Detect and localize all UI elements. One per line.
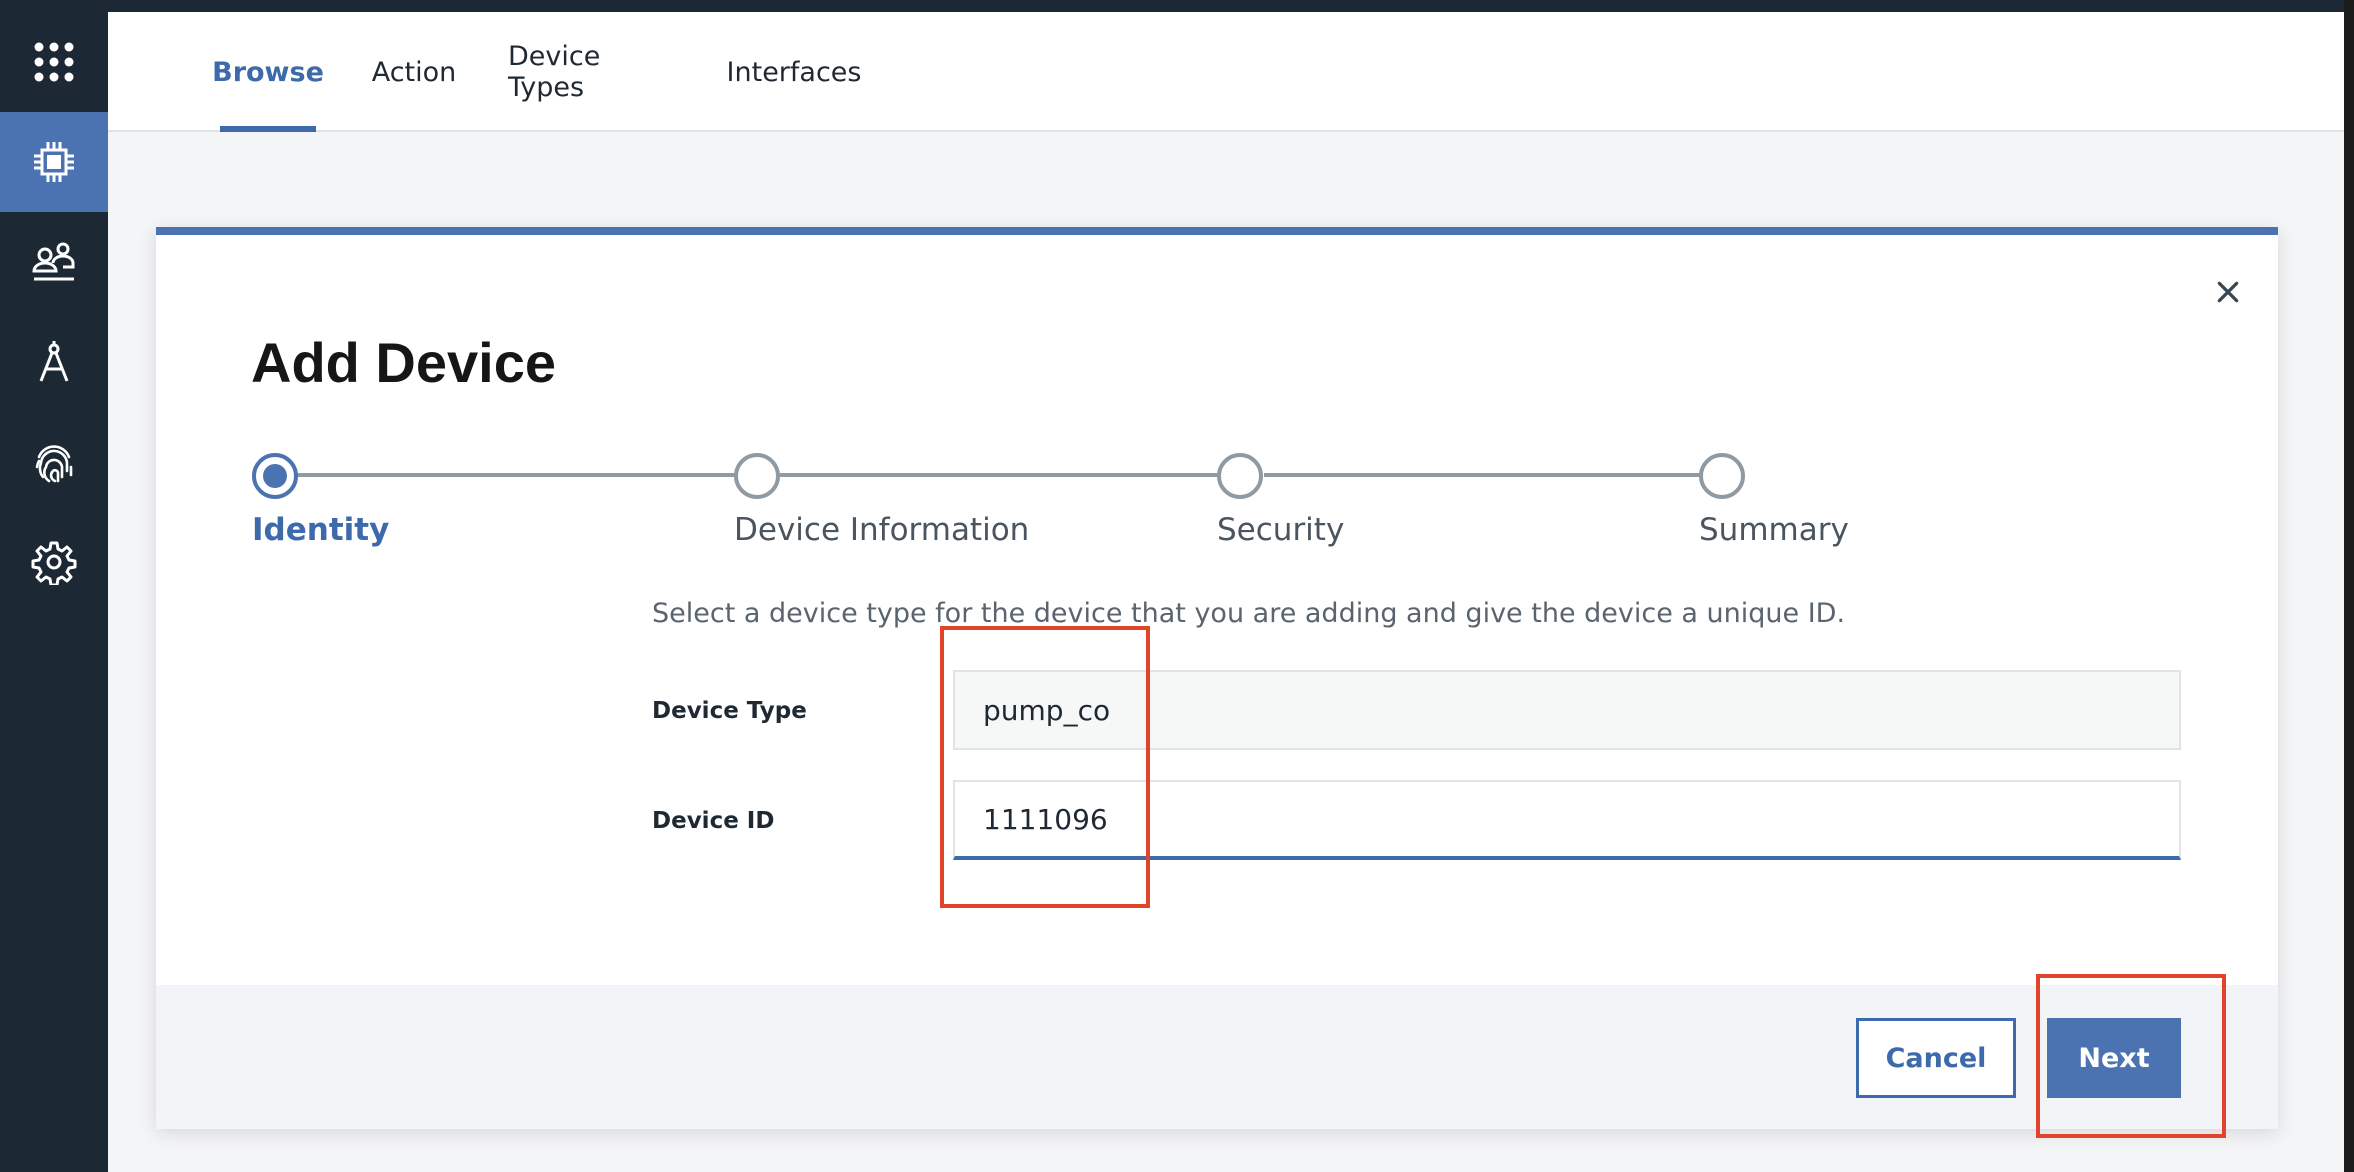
chip-icon[interactable] — [0, 112, 108, 212]
tab-device-types-label: Device Types — [508, 41, 601, 103]
device-type-field[interactable]: pump_co — [953, 670, 2181, 750]
tab-browse-label: Browse — [212, 56, 324, 88]
step-identity-indicator — [252, 453, 298, 499]
cancel-button[interactable]: Cancel — [1856, 1018, 2016, 1098]
members-icon[interactable] — [0, 212, 108, 312]
device-id-label: Device ID — [652, 808, 775, 834]
app-grid-icon[interactable] — [0, 12, 108, 112]
step-connector — [780, 473, 1220, 477]
step-description: Select a device type for the device that… — [652, 598, 1846, 629]
device-id-value: 1111096 — [983, 802, 1108, 836]
top-navigation: Browse Action Device Types Interfaces — [108, 12, 2344, 132]
next-button[interactable]: Next — [2047, 1018, 2181, 1098]
step-connector — [1264, 473, 1704, 477]
gear-icon[interactable] — [0, 512, 108, 612]
tab-interfaces[interactable]: Interfaces — [726, 12, 862, 132]
fingerprint-icon[interactable] — [0, 412, 108, 512]
dialog-title: Add Device — [251, 331, 556, 394]
device-id-field[interactable]: 1111096 — [953, 780, 2181, 860]
step-connector — [296, 473, 736, 477]
step-device-information-indicator — [734, 453, 780, 499]
top-bar — [0, 0, 2354, 12]
step-device-information-label: Device Information — [734, 512, 1030, 548]
window-edge — [2344, 0, 2354, 1172]
step-identity-label: Identity — [252, 512, 390, 548]
compass-icon[interactable] — [0, 312, 108, 412]
close-icon[interactable] — [2206, 270, 2250, 314]
tab-browse[interactable]: Browse — [212, 12, 324, 132]
step-security-indicator — [1217, 453, 1263, 499]
step-summary-indicator — [1699, 453, 1745, 499]
tab-device-types[interactable]: Device Types — [508, 12, 676, 132]
step-summary-label: Summary — [1699, 512, 1849, 548]
tab-action[interactable]: Action — [371, 12, 457, 132]
device-type-value: pump_co — [983, 693, 1111, 727]
step-security-label: Security — [1217, 512, 1345, 548]
tab-interfaces-label: Interfaces — [726, 56, 862, 88]
sidebar — [0, 0, 108, 1172]
tab-action-label: Action — [371, 56, 457, 88]
device-type-label: Device Type — [652, 698, 807, 724]
